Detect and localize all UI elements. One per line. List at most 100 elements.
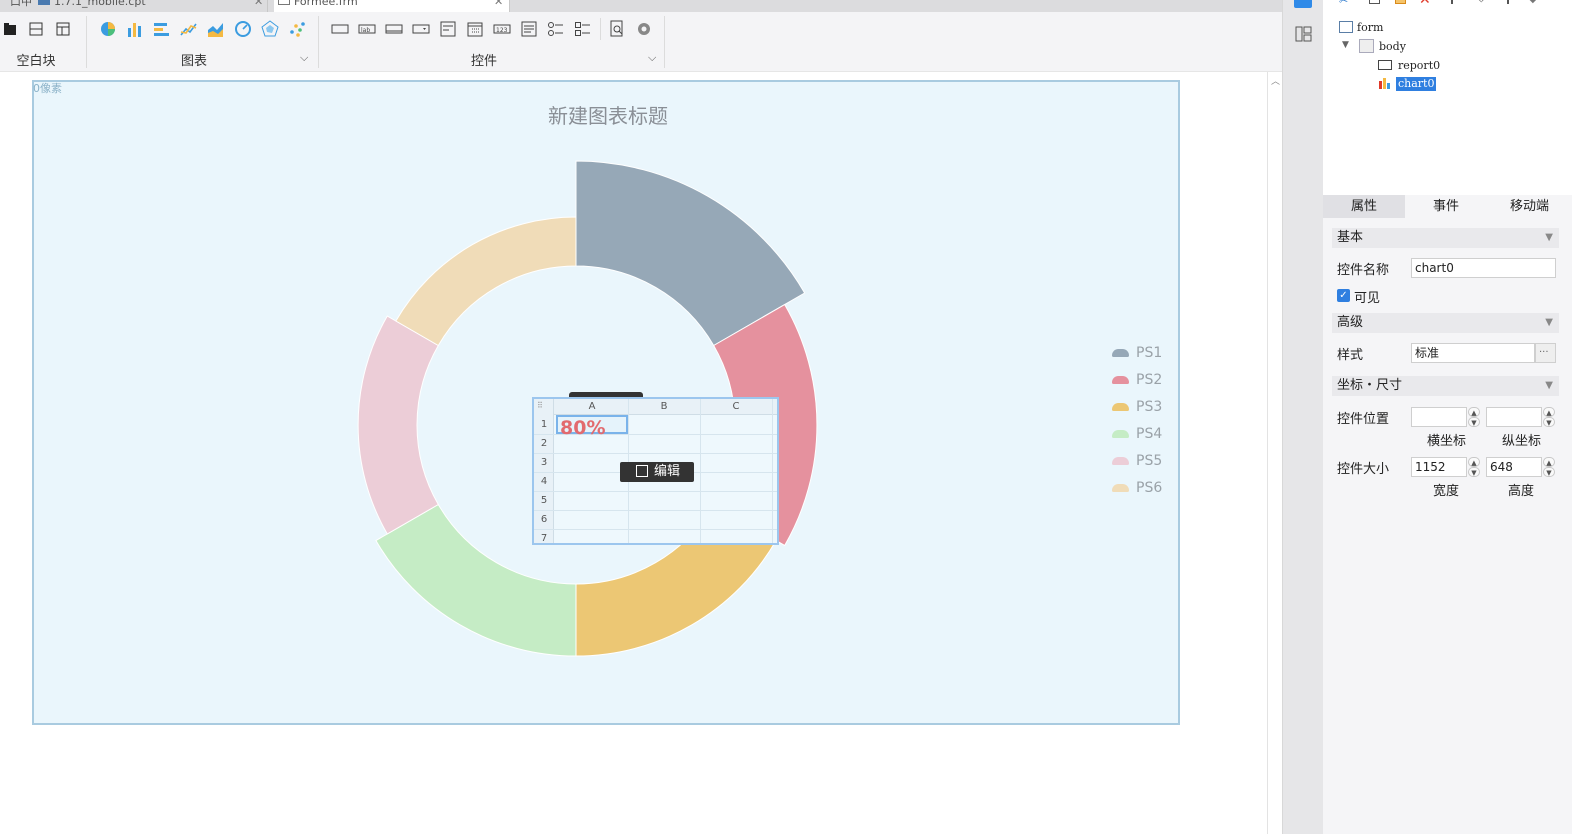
- style-label: 样式: [1337, 348, 1364, 363]
- tree-node-chart0[interactable]: chart0: [1396, 77, 1437, 91]
- grip-icon[interactable]: ⠿: [537, 401, 543, 410]
- text-field-icon[interactable]: lab: [358, 20, 376, 38]
- close-tab-icon[interactable]: ✕: [494, 0, 503, 9]
- gear-icon[interactable]: [635, 20, 653, 38]
- height-field[interactable]: 648: [1486, 457, 1542, 477]
- row-header: 7: [540, 533, 548, 544]
- chevron-down-icon[interactable]: ⌵: [648, 51, 656, 65]
- row-header: 4: [540, 476, 548, 487]
- widget-panel-icon[interactable]: [1294, 0, 1312, 8]
- area-chart-icon[interactable]: [207, 20, 225, 38]
- width-field[interactable]: 1152: [1411, 457, 1467, 477]
- legend-swatch: [1112, 430, 1129, 438]
- pie-chart-icon[interactable]: [99, 20, 117, 38]
- tab-cpt-file[interactable]: 1.7.1_mobile.cpt ✕: [38, 0, 268, 12]
- spin-down-icon[interactable]: ▼: [1543, 417, 1555, 427]
- grid-line: [534, 453, 777, 454]
- name-field[interactable]: chart0: [1411, 258, 1556, 278]
- horizontal-bar-chart-icon[interactable]: [153, 20, 171, 38]
- paste-icon[interactable]: [1395, 0, 1406, 4]
- row-header: 5: [540, 495, 548, 506]
- bar-chart-icon[interactable]: [126, 20, 144, 38]
- vertical-scrollbar[interactable]: ︿: [1267, 72, 1282, 834]
- visible-checkbox[interactable]: ✓: [1337, 289, 1350, 302]
- tree-node-body[interactable]: body: [1379, 40, 1406, 54]
- layout-panel-icon[interactable]: [1295, 26, 1312, 42]
- spin-up-icon[interactable]: ▲: [1468, 457, 1480, 467]
- cpt-file-icon: [38, 0, 50, 5]
- chevron-down-icon[interactable]: ⌵: [300, 51, 308, 65]
- rose-slice-ps6[interactable]: [395, 216, 577, 347]
- tab-frm-file[interactable]: Formee.frm ✕: [274, 0, 510, 12]
- width-stepper[interactable]: ▲ ▼: [1468, 457, 1480, 477]
- height-stepper[interactable]: ▲ ▼: [1543, 457, 1555, 477]
- property-panel: ✂ ✕ ⇩ ◆ form ▼ body report0 chart0 属性 事件…: [1323, 0, 1572, 834]
- style-field[interactable]: 标准: [1411, 343, 1535, 363]
- position-y-stepper[interactable]: ▲ ▼: [1543, 407, 1555, 427]
- number-control-icon[interactable]: 123: [493, 20, 511, 38]
- column-header-b: B: [660, 401, 668, 412]
- cut-icon[interactable]: ✂: [1339, 0, 1348, 7]
- tree-node-report0[interactable]: report0: [1398, 59, 1440, 73]
- expand-caret-icon[interactable]: ▼: [1342, 40, 1349, 50]
- textarea-control-icon[interactable]: [520, 20, 538, 38]
- button-control-icon[interactable]: [385, 20, 403, 38]
- label-control-icon[interactable]: [331, 20, 349, 38]
- move-up-icon[interactable]: [1451, 0, 1453, 4]
- absolute-layout-icon[interactable]: [3, 22, 17, 36]
- move-down-icon[interactable]: [1507, 0, 1509, 4]
- spin-up-icon[interactable]: ▲: [1543, 457, 1555, 467]
- form-icon: [1339, 21, 1353, 33]
- legend-label: PS2: [1136, 372, 1163, 388]
- cell-value: 80%: [560, 417, 606, 439]
- line-chart-icon[interactable]: [180, 20, 198, 38]
- spin-down-icon[interactable]: ▼: [1468, 417, 1480, 427]
- legend-swatch: [1112, 349, 1129, 357]
- section-coordinates-size[interactable]: 坐标・尺寸 ▼: [1332, 376, 1559, 396]
- spin-down-icon[interactable]: ▼: [1468, 467, 1480, 477]
- spin-up-icon[interactable]: ▲: [1543, 407, 1555, 417]
- tab-events[interactable]: 事件: [1405, 195, 1487, 218]
- legend-label: PS5: [1136, 453, 1163, 469]
- copy-icon[interactable]: [1369, 0, 1380, 4]
- list-control-icon[interactable]: [439, 20, 457, 38]
- row-header: 3: [540, 457, 548, 468]
- checkbox-group-icon[interactable]: [574, 20, 592, 38]
- selected-cell-a1[interactable]: 80%: [556, 415, 628, 439]
- tab-start[interactable]: 口中: [10, 0, 32, 12]
- spin-up-icon[interactable]: ▲: [1468, 407, 1480, 417]
- toolbar-group-controls: lab 123 控件 ⌵: [324, 12, 664, 72]
- edit-button[interactable]: 编辑: [620, 462, 694, 482]
- spin-down-icon[interactable]: ▼: [1543, 467, 1555, 477]
- dropdown-control-icon[interactable]: [412, 20, 430, 38]
- position-x-stepper[interactable]: ▲ ▼: [1468, 407, 1480, 427]
- grid-line: [534, 510, 777, 511]
- document-tab-bar: 口中 1.7.1_mobile.cpt ✕ Formee.frm ✕: [0, 0, 1282, 12]
- tab-properties[interactable]: 属性: [1323, 195, 1405, 218]
- pixel-offset-label: 0像素: [33, 82, 62, 95]
- tab-mobile[interactable]: 移动端: [1487, 195, 1572, 218]
- style-more-button[interactable]: ···: [1535, 343, 1556, 363]
- gauge-chart-icon[interactable]: [234, 20, 252, 38]
- download-icon[interactable]: ⇩: [1477, 0, 1485, 5]
- delete-icon[interactable]: ✕: [1419, 0, 1431, 8]
- scatter-chart-icon[interactable]: [288, 20, 306, 38]
- radar-chart-icon[interactable]: [261, 20, 279, 38]
- section-basic[interactable]: 基本 ▼: [1332, 228, 1559, 248]
- more-icon[interactable]: ◆: [1529, 0, 1537, 5]
- toolbar-divider: [318, 16, 319, 68]
- rose-slice-ps5[interactable]: [357, 315, 439, 535]
- split-layout-icon[interactable]: [29, 22, 43, 36]
- chevron-down-icon: ▼: [1545, 232, 1553, 243]
- section-advanced[interactable]: 高级 ▼: [1332, 313, 1559, 333]
- position-y-field[interactable]: [1486, 407, 1542, 427]
- tab-layout-icon[interactable]: [56, 22, 70, 36]
- tree-node-form[interactable]: form: [1357, 21, 1383, 35]
- scroll-up-icon[interactable]: ︿: [1271, 74, 1280, 87]
- date-control-icon[interactable]: [466, 20, 484, 38]
- close-tab-icon[interactable]: ✕: [254, 0, 263, 9]
- position-x-field[interactable]: [1411, 407, 1467, 427]
- legend-label: PS6: [1136, 480, 1163, 496]
- radio-group-icon[interactable]: [547, 20, 565, 38]
- search-query-icon[interactable]: [608, 20, 626, 38]
